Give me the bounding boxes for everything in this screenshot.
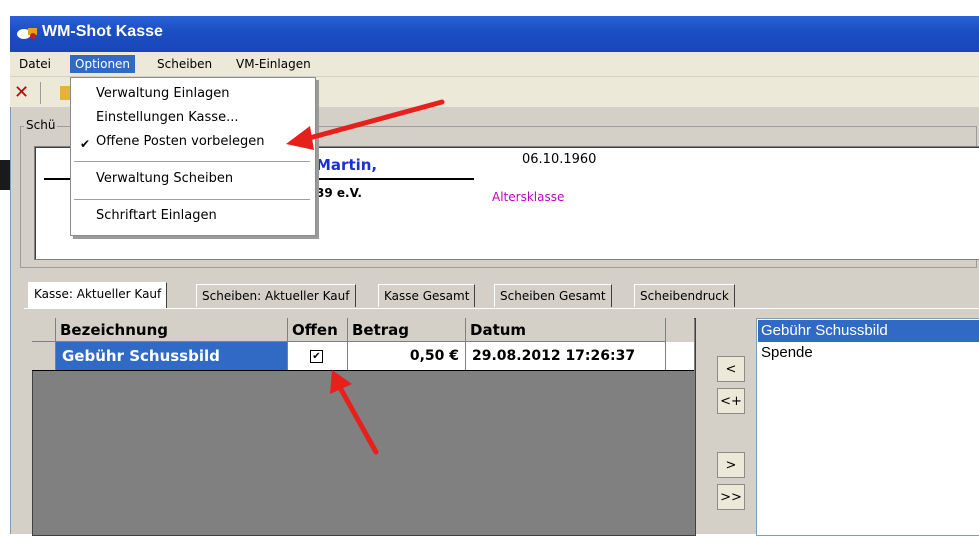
tab-kasse-gesamt[interactable]: Kasse Gesamt: [378, 284, 476, 307]
check-icon: ✔: [80, 137, 91, 151]
shooter-name: Martin,: [316, 156, 378, 174]
add-left-button[interactable]: <+: [717, 388, 745, 414]
tab-scheiben-gesamt[interactable]: Scheiben Gesamt: [494, 284, 612, 307]
list-item[interactable]: Spende: [758, 342, 979, 364]
menu-vm-einlagen[interactable]: VM-Einlagen: [231, 55, 316, 73]
menu-optionen[interactable]: Optionen: [70, 55, 136, 73]
desktop-window-edge: [0, 160, 10, 190]
column-header-betrag[interactable]: Betrag: [348, 318, 466, 342]
row-indicator: [32, 342, 56, 370]
menu-item-offene-posten-vorbelegen[interactable]: Offene Posten vorbelegen: [96, 134, 264, 149]
menu-item-verwaltung-einlagen[interactable]: Verwaltung Einlagen: [96, 86, 230, 101]
tab-scheiben-aktueller-kauf[interactable]: Scheiben: Aktueller Kauf: [196, 284, 356, 307]
menu-item-einstellungen-kasse[interactable]: Einstellungen Kasse...: [96, 110, 238, 125]
annotation-arrow-checkbox: [330, 370, 379, 455]
menu-separator: [74, 161, 310, 162]
list-item[interactable]: Gebühr Schussbild: [758, 320, 979, 342]
groupbox-legend: Schü: [24, 118, 58, 132]
cell-bezeichnung[interactable]: Gebühr Schussbild: [56, 342, 288, 370]
column-header-offen[interactable]: Offen: [288, 318, 348, 342]
shooter-birthdate: 06.10.1960: [522, 152, 597, 167]
menu-item-schriftart-einlagen[interactable]: Schriftart Einlagen: [96, 208, 217, 223]
window-title: WM-Shot Kasse: [42, 23, 163, 40]
annotation-arrow-menu: [286, 99, 445, 150]
move-left-button[interactable]: <: [717, 356, 745, 382]
app-icon: [17, 28, 37, 39]
menu-item-verwaltung-scheiben[interactable]: Verwaltung Scheiben: [96, 171, 233, 186]
menu-scheiben[interactable]: Scheiben: [152, 55, 217, 73]
menu-datei[interactable]: Datei: [14, 55, 56, 73]
move-all-right-button[interactable]: >>: [717, 484, 745, 510]
shooter-club: 39 e.V.: [316, 186, 362, 200]
cell-datum[interactable]: 29.08.2012 17:26:37: [466, 342, 666, 370]
offen-checkbox[interactable]: ✔: [310, 350, 323, 363]
close-icon[interactable]: ✕: [14, 84, 29, 102]
tab-scheibendruck[interactable]: Scheibendruck: [634, 284, 735, 307]
move-right-button[interactable]: >: [717, 452, 745, 478]
toolbar-separator: [40, 82, 41, 104]
menu-separator: [74, 199, 310, 200]
tab-kasse-aktueller-kauf[interactable]: Kasse: Aktueller Kauf: [28, 282, 168, 309]
shooter-age-class: Altersklasse: [492, 190, 565, 204]
grid-indicator-header: [32, 318, 56, 342]
column-header-datum[interactable]: Datum: [466, 318, 666, 342]
column-header-bezeichnung[interactable]: Bezeichnung: [56, 318, 288, 342]
